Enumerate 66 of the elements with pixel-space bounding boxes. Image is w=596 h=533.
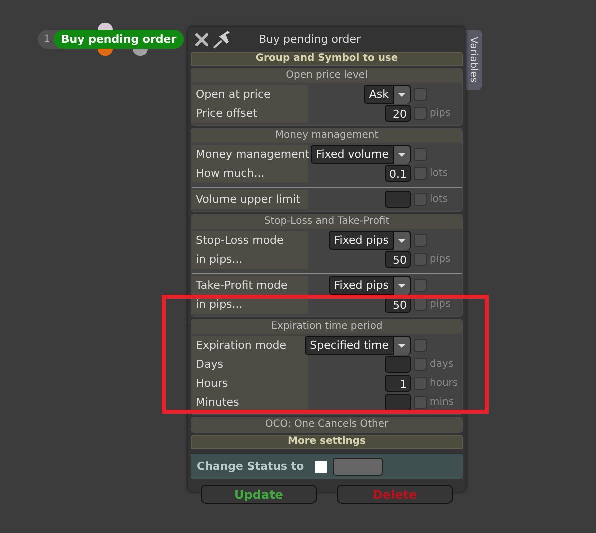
section-header[interactable]: More settings: [191, 435, 463, 449]
unit-label: pips: [430, 108, 452, 119]
number-field[interactable]: 20: [385, 105, 411, 122]
flow-node[interactable]: 1 Buy pending order: [38, 30, 184, 49]
field-label: How much...: [192, 164, 308, 183]
checkbox[interactable]: [414, 377, 427, 390]
node-number: 1: [43, 34, 52, 45]
group-header[interactable]: OCO: One Cancels Other: [192, 418, 462, 432]
dropdown[interactable]: Fixed pips: [329, 231, 411, 250]
checkbox[interactable]: [414, 234, 427, 247]
number-field[interactable]: [385, 394, 411, 411]
field-label: Hours: [192, 374, 308, 393]
field-label: Days: [192, 355, 308, 374]
unit-label: hours: [430, 378, 460, 389]
checkbox[interactable]: [414, 107, 427, 120]
checkbox[interactable]: [414, 396, 427, 409]
checkbox[interactable]: [315, 460, 327, 472]
field-label: Take-Profit mode: [192, 276, 308, 295]
caret-icon: [393, 232, 410, 250]
checkbox[interactable]: [414, 148, 427, 161]
dropdown[interactable]: Specified time: [305, 336, 411, 355]
group-header[interactable]: Money management: [192, 129, 462, 143]
group-header[interactable]: Open price level: [192, 69, 462, 83]
dropdown[interactable]: Fixed pips: [329, 276, 411, 295]
number-field[interactable]: [385, 356, 411, 373]
checkbox[interactable]: [414, 298, 427, 311]
number-field[interactable]: 0.1: [385, 165, 411, 182]
checkbox[interactable]: [414, 358, 427, 371]
checkbox[interactable]: [414, 253, 427, 266]
field-label: in pips...: [192, 250, 308, 269]
close-icon[interactable]: [195, 32, 209, 46]
node-label: Buy pending order: [54, 30, 184, 49]
section-header[interactable]: Group and Symbol to use: [191, 52, 463, 66]
field-label: Volume upper limit: [192, 190, 308, 209]
unit-label: pips: [430, 299, 452, 310]
field-label: Price offset: [192, 104, 308, 123]
unit-label: lots: [430, 194, 450, 205]
action-button[interactable]: Update: [201, 485, 317, 504]
checkbox[interactable]: [414, 193, 427, 206]
caret-icon: [393, 146, 410, 164]
number-field[interactable]: 1: [385, 375, 411, 392]
window-title: Buy pending order: [259, 33, 362, 46]
dropdown[interactable]: Fixed volume: [311, 145, 411, 164]
field-label: Open at price: [192, 85, 308, 104]
status-field[interactable]: [333, 458, 383, 476]
dropdown[interactable]: Ask: [364, 85, 411, 104]
group-header[interactable]: Expiration time period: [192, 320, 462, 334]
unit-label: days: [430, 359, 455, 370]
number-field[interactable]: 50: [385, 251, 411, 268]
caret-icon: [393, 336, 410, 354]
number-field[interactable]: [385, 191, 411, 208]
checkbox[interactable]: [414, 88, 427, 101]
variables-tab[interactable]: Variables: [465, 30, 482, 90]
checkbox[interactable]: [414, 279, 427, 292]
field-label: Expiration mode: [192, 336, 306, 355]
field-label: Money management: [192, 145, 308, 164]
checkbox[interactable]: [414, 167, 427, 180]
field-label: Stop-Loss mode: [192, 231, 308, 250]
unit-label: lots: [430, 168, 450, 179]
unit-label: mins: [430, 397, 456, 408]
status-label: Change Status to: [197, 460, 306, 473]
checkbox[interactable]: [414, 339, 427, 352]
caret-icon: [393, 86, 410, 104]
caret-icon: [393, 276, 410, 294]
unit-label: pips: [430, 254, 452, 265]
group-header[interactable]: Stop-Loss and Take-Profit: [192, 215, 462, 229]
